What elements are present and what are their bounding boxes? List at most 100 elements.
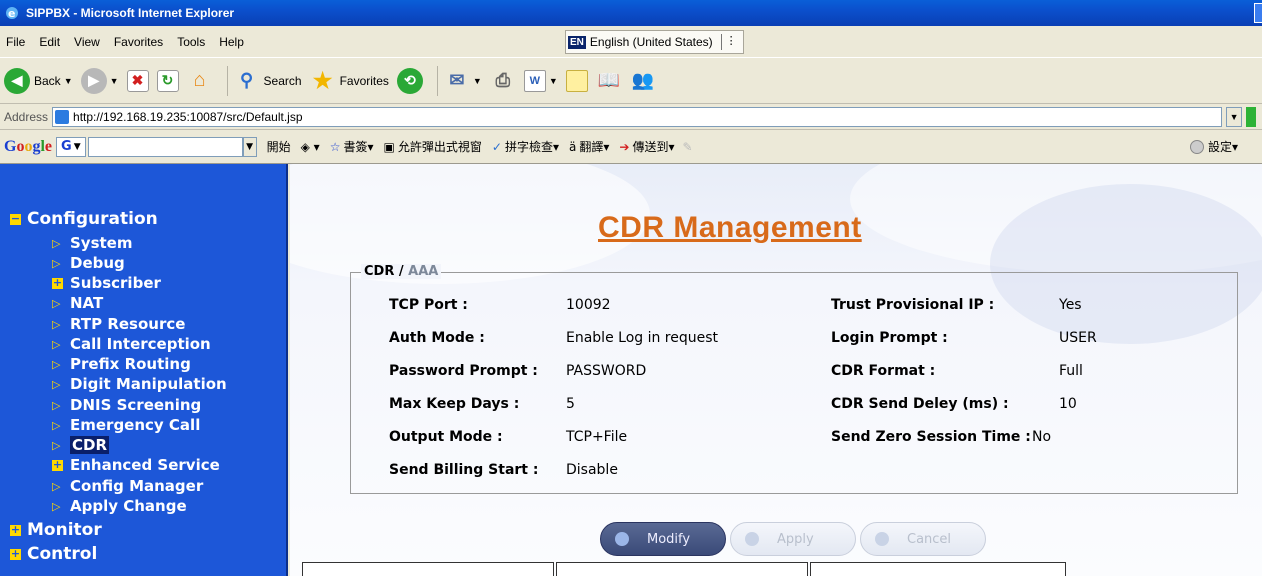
- stop-button[interactable]: ✖: [126, 69, 149, 92]
- chevron-down-icon[interactable]: ▼: [110, 76, 119, 86]
- login-prompt-label: Login Prompt :: [831, 330, 948, 346]
- search-button[interactable]: ⚲ Search: [234, 68, 302, 94]
- address-input[interactable]: http://192.168.19.235:10087/src/Default.…: [52, 106, 1223, 127]
- nav-configuration[interactable]: − Configuration: [10, 209, 158, 229]
- menu-tools[interactable]: Tools: [177, 35, 205, 49]
- triangle-right-icon: ▷: [52, 418, 61, 432]
- cdr-aaa-fieldset: CDR / AAA TCP Port : 10092 Auth Mode : E…: [350, 264, 1238, 494]
- sidebar-item-apply-change[interactable]: ▷ Apply Change: [52, 497, 187, 515]
- send-zero-session-time-label: Send Zero Session Time :: [831, 429, 1031, 445]
- mail-button[interactable]: ✉ ▼: [444, 68, 482, 94]
- nav-monitor[interactable]: + Monitor: [10, 520, 102, 540]
- print-button[interactable]: ⎙: [490, 68, 516, 94]
- page-icon: [55, 109, 70, 124]
- research-button[interactable]: 📖: [596, 68, 622, 94]
- search-label: Search: [263, 73, 302, 88]
- sidebar-item-label: DNIS Screening: [70, 396, 202, 414]
- google-start-button[interactable]: 開始: [267, 138, 291, 155]
- favorites-star-icon: ★: [312, 67, 333, 93]
- sidebar-item-system[interactable]: ▷ System: [52, 234, 132, 252]
- sidebar-item-dnis-screening[interactable]: ▷ DNIS Screening: [52, 396, 201, 414]
- go-button[interactable]: [1246, 106, 1257, 127]
- language-code: EN: [568, 35, 586, 49]
- sidebar-item-label: Config Manager: [70, 477, 204, 495]
- language-options-icon[interactable]: ⋮: [720, 34, 737, 50]
- menu-favorites[interactable]: Favorites: [114, 35, 163, 49]
- discuss-button[interactable]: [565, 69, 588, 92]
- google-settings-button[interactable]: 設定 ▾: [1189, 138, 1238, 155]
- history-button[interactable]: ⟲: [396, 67, 423, 94]
- back-label: Back: [34, 73, 61, 88]
- minimize-button[interactable]: [1254, 3, 1262, 23]
- edit-button[interactable]: W ▼: [523, 69, 558, 92]
- toolbar-divider: [226, 65, 228, 96]
- address-url[interactable]: http://192.168.19.235:10087/src/Default.…: [73, 110, 303, 124]
- google-search-input[interactable]: [87, 136, 243, 157]
- menu-edit[interactable]: Edit: [39, 35, 60, 49]
- favorites-button[interactable]: ★ Favorites: [310, 68, 389, 94]
- sidebar-nav: − Configuration ▷ System ▷ Debug + Subscribe…: [0, 164, 288, 576]
- nav-control[interactable]: + Control: [10, 544, 97, 564]
- send-billing-start-label: Send Billing Start :: [389, 462, 539, 478]
- login-prompt-value: USER: [1059, 330, 1097, 346]
- send-zero-session-time-value: No: [1032, 429, 1052, 445]
- menu-file[interactable]: File: [6, 35, 25, 49]
- google-spellcheck-button[interactable]: ✓ 拼字檢查 ▾: [492, 138, 559, 155]
- action-buttons: Modify Apply Cancel: [600, 522, 990, 556]
- google-bookmarks-button[interactable]: ☆ 書簽 ▾: [330, 138, 374, 155]
- sidebar-item-cdr[interactable]: ▷ CDR: [52, 436, 110, 454]
- sidebar-item-debug[interactable]: ▷ Debug: [52, 254, 125, 272]
- cancel-button[interactable]: Cancel: [860, 522, 986, 556]
- messenger-button[interactable]: 👥: [630, 68, 656, 94]
- google-bookmarks-label: 書簽: [343, 140, 368, 154]
- sidebar-item-enhanced-service[interactable]: + Enhanced Service: [52, 456, 220, 474]
- apply-button[interactable]: Apply: [730, 522, 856, 556]
- google-news-icon[interactable]: ◈ ▾: [301, 140, 320, 154]
- chevron-down-icon[interactable]: ▼: [64, 76, 73, 86]
- sidebar-item-call-interception[interactable]: ▷ Call Interception: [52, 335, 211, 353]
- sidebar-item-label: RTP Resource: [70, 315, 186, 333]
- language-bar[interactable]: EN English (United States) ⋮: [565, 30, 744, 54]
- settings-icon: [1189, 139, 1204, 154]
- menu-view[interactable]: View: [74, 35, 100, 49]
- google-translate-button[interactable]: ä 翻譯 ▾: [569, 138, 609, 155]
- tcp-port-label: TCP Port :: [389, 297, 468, 313]
- home-button[interactable]: ⌂: [187, 68, 213, 94]
- menu-help[interactable]: Help: [219, 35, 244, 49]
- output-mode-label: Output Mode :: [389, 429, 503, 445]
- sidebar-item-subscriber[interactable]: + Subscriber: [52, 274, 161, 292]
- refresh-button[interactable]: ↻: [156, 69, 179, 92]
- sidebar-item-label: Digit Manipulation: [70, 375, 227, 393]
- google-sendto-button[interactable]: ➔ 傳送到 ▾ ✎: [619, 138, 692, 155]
- google-translate-label: 翻譯: [579, 140, 604, 154]
- sidebar-item-emergency-call[interactable]: ▷ Emergency Call: [52, 416, 200, 434]
- messenger-icon: 👥: [631, 70, 654, 90]
- cancel-icon: [875, 532, 889, 546]
- modify-button[interactable]: Modify: [600, 522, 726, 556]
- google-toolbar: Google G ▼ ▼ 開始 ◈ ▾ ☆ 書簽 ▾ ▣ 允許彈出式視窗 ✓ 拼字檢查 ▾…: [0, 130, 1262, 164]
- sidebar-item-config-manager[interactable]: ▷ Config Manager: [52, 477, 203, 495]
- back-button[interactable]: ◀ Back ▼: [4, 67, 73, 94]
- forward-button[interactable]: ▶ ▼: [80, 67, 119, 94]
- svg-text:e: e: [8, 7, 15, 20]
- chevron-down-icon[interactable]: ▼: [473, 76, 482, 86]
- window-title: SIPPBX - Microsoft Internet Explorer: [26, 6, 235, 20]
- google-popup-button[interactable]: ▣ 允許彈出式視窗: [384, 138, 482, 155]
- sidebar-item-digit-manipulation[interactable]: ▷ Digit Manipulation: [52, 375, 227, 393]
- max-keep-days-label: Max Keep Days :: [389, 396, 520, 412]
- google-menu-button[interactable]: G ▼: [56, 136, 86, 157]
- window-title-bar: e SIPPBX - Microsoft Internet Explorer: [0, 0, 1262, 26]
- google-search-dropdown-icon[interactable]: ▼: [242, 136, 257, 157]
- sidebar-item-nat[interactable]: ▷ NAT: [52, 294, 103, 312]
- address-dropdown-icon[interactable]: ▼: [1226, 106, 1243, 127]
- forward-arrow-icon: ▶: [80, 67, 107, 94]
- sidebar-item-prefix-routing[interactable]: ▷ Prefix Routing: [52, 355, 191, 373]
- google-logo: Google: [4, 137, 53, 155]
- password-prompt-label: Password Prompt :: [389, 363, 538, 379]
- sidebar-item-label: Apply Change: [70, 497, 187, 515]
- sidebar-item-rtp-resource[interactable]: ▷ RTP Resource: [52, 315, 185, 333]
- sidebar-item-label: Call Interception: [70, 335, 211, 353]
- chevron-down-icon[interactable]: ▼: [549, 76, 558, 86]
- refresh-icon: ↻: [156, 69, 179, 92]
- modify-icon: [615, 532, 629, 546]
